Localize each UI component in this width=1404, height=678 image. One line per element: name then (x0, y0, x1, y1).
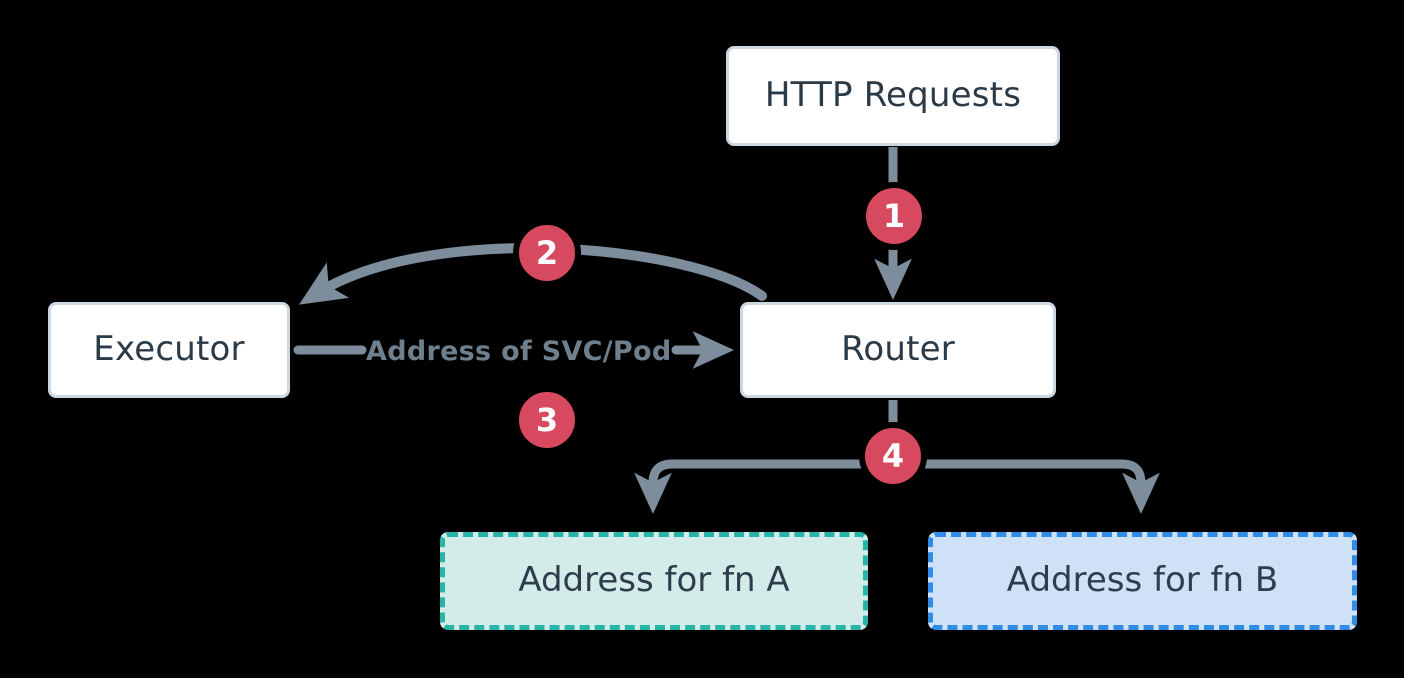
step-badge-1: 1 (860, 182, 928, 250)
step-badge-3-number: 3 (535, 401, 559, 439)
node-label-address-fn-b: Address for fn B (1006, 560, 1279, 601)
node-executor[interactable]: Executor (48, 302, 290, 398)
step-badge-4-number: 4 (881, 437, 905, 475)
node-address-fn-a[interactable]: Address for fn A (440, 532, 868, 630)
node-label-http-requests: HTTP Requests (764, 75, 1022, 116)
node-http-requests[interactable]: HTTP Requests (726, 46, 1060, 146)
node-label-address-fn-a: Address for fn A (518, 560, 790, 601)
node-router[interactable]: Router (740, 302, 1056, 398)
step-badge-2: 2 (513, 219, 581, 287)
edge-label-address-of-svc-pod: Address of SVC/Pod (366, 336, 672, 367)
step-badge-1-number: 1 (882, 197, 906, 235)
step-badge-3: 3 (513, 386, 581, 454)
step-badge-4: 4 (859, 422, 927, 490)
step-badge-2-number: 2 (535, 234, 559, 272)
node-label-router: Router (841, 329, 955, 370)
diagram-canvas: HTTP Requests Executor Router Address fo… (0, 0, 1404, 678)
edge-label-text: Address of SVC/Pod (366, 336, 672, 367)
node-label-executor: Executor (93, 329, 245, 370)
node-address-fn-b[interactable]: Address for fn B (928, 532, 1357, 630)
